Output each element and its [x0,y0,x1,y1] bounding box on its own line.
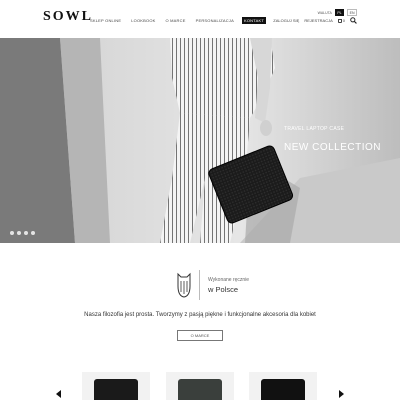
made-in-section: Wykonane ręcznie w Polsce [0,265,400,305]
nav-item-contact[interactable]: KONTAKT [241,17,266,24]
slider-dot[interactable] [17,231,21,235]
product-card[interactable] [249,372,317,400]
language-pl[interactable]: PL [334,9,345,16]
register-link[interactable]: REJESTRACJA [304,18,332,23]
main-nav: SKLEP ONLINE LOOKBOOK O MARCE PERSONALIZ… [88,17,266,24]
slider-dot[interactable] [10,231,14,235]
slider-dots [10,231,35,235]
hero-slider[interactable]: TRAVEL LAPTOP CASE NEW COLLECTION [0,38,400,243]
about-brand-button[interactable]: O MARCE [177,330,223,341]
divider [199,270,200,300]
nav-item-personalization[interactable]: PERSONALIZACJA [194,17,236,24]
cart-count: 0 [342,18,345,23]
logo[interactable]: SOWL [43,9,93,25]
cart-button[interactable]: 0 [337,18,345,23]
product-image [178,379,222,400]
bag-icon [337,18,342,23]
header: SOWL SKLEP ONLINE LOOKBOOK O MARCE PERSO… [0,0,400,38]
next-arrow-icon[interactable] [339,390,344,398]
slider-dot[interactable] [24,231,28,235]
hero-image [0,38,400,243]
language-en[interactable]: EN [347,9,357,16]
product-card[interactable] [166,372,234,400]
hero-title: NEW COLLECTION [284,142,382,153]
language-switcher: WALUTA PL EN [318,9,357,16]
nav-item-lookbook[interactable]: LOOKBOOK [129,17,157,24]
product-image [94,379,138,400]
login-link[interactable]: ZALOGUJ SIĘ [273,18,299,23]
hero-subtitle: TRAVEL LAPTOP CASE [284,126,345,132]
search-icon[interactable] [350,17,357,24]
product-card[interactable] [82,372,150,400]
slider-dot[interactable] [31,231,35,235]
prev-arrow-icon[interactable] [56,390,61,398]
product-image [261,379,305,400]
currency-label[interactable]: WALUTA [318,11,332,15]
header-actions: ZALOGUJ SIĘ REJESTRACJA 0 [273,17,357,24]
nav-item-about[interactable]: O MARCE [164,17,188,24]
owl-badge-icon [177,272,191,298]
nav-item-shop[interactable]: SKLEP ONLINE [88,17,123,24]
philosophy-text: Nasza filozofia jest prosta. Tworzymy z … [84,312,316,318]
made-in-small: Wykonane ręcznie [208,277,250,283]
made-in-big: w Polsce [208,285,239,294]
